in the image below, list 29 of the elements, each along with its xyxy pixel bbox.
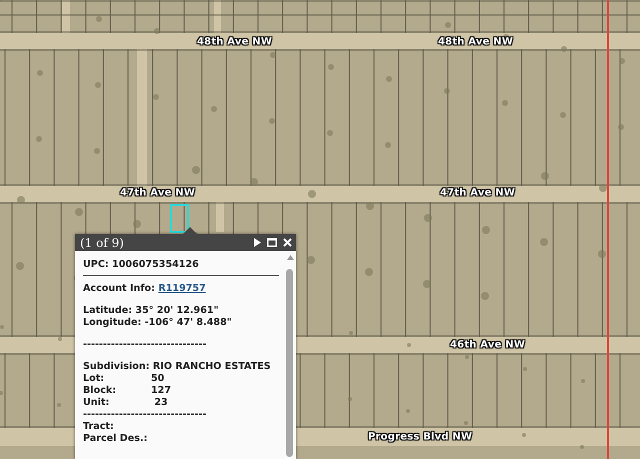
info-text: UPC: 1006075354126 xyxy=(83,259,200,271)
scroll-up-icon[interactable] xyxy=(286,255,294,260)
field-label: Block: xyxy=(83,385,118,397)
scrollbar-thumb[interactable] xyxy=(286,269,293,457)
close-icon[interactable] xyxy=(283,238,292,247)
field-value: 50 xyxy=(151,373,164,385)
street-label: 48th Ave NW xyxy=(438,36,514,48)
field-value: 23 xyxy=(153,397,168,409)
street-label: 46th Ave NW xyxy=(450,340,526,350)
street-label: 48th Ave NW xyxy=(197,36,272,48)
info-text: Subdivision: RIO RANCHO ESTATES xyxy=(83,361,272,373)
info-text: Longitude: -106° 47' 8.488" xyxy=(83,317,233,329)
street-label: Progress Blvd NW xyxy=(368,432,472,442)
field-label: Lot: xyxy=(83,373,106,385)
maximize-icon[interactable] xyxy=(267,238,277,247)
field-value: 127 xyxy=(151,385,172,397)
street-label: 47th Ave NW xyxy=(440,188,516,198)
street-label: 47th Ave NW xyxy=(120,188,196,198)
info-text: ------------------------------- xyxy=(83,339,208,351)
scrollbar[interactable] xyxy=(284,255,296,459)
info-text: Latitude: 35° 20' 12.961" xyxy=(83,305,220,317)
account-link[interactable]: R119757 xyxy=(158,283,206,294)
next-icon[interactable] xyxy=(253,238,261,247)
field-label: Account Info: xyxy=(83,283,156,294)
info-text: Parcel Des.: xyxy=(83,433,148,445)
popup-title: (1 of 9) xyxy=(80,236,125,250)
field-label: Unit: xyxy=(83,397,110,409)
info-text: ------------------------------- xyxy=(83,409,208,421)
info-text: Tract: xyxy=(83,421,115,433)
